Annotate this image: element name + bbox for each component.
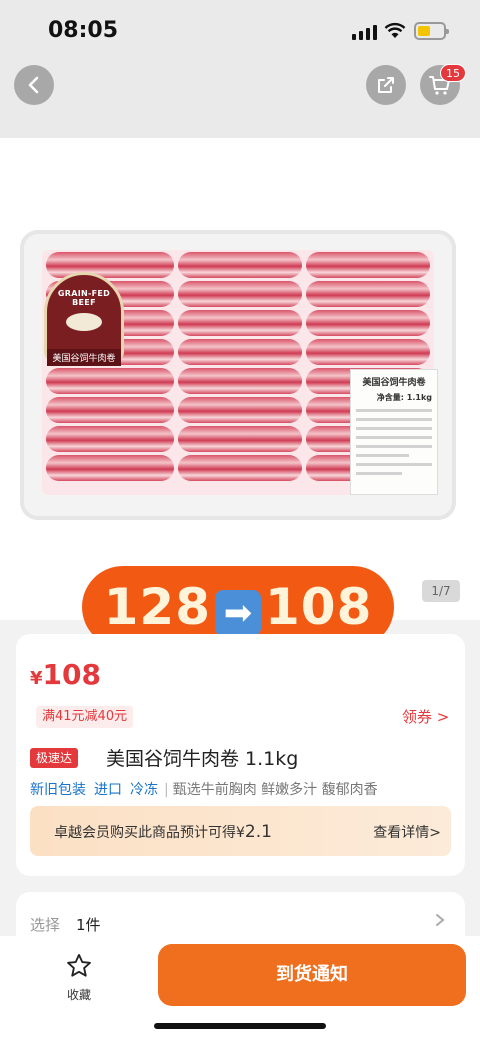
favorite-button[interactable]: 收藏	[48, 952, 110, 1003]
nav-bar: 15	[0, 60, 480, 138]
product-price: ¥108	[30, 658, 101, 691]
feature-separator: |	[164, 782, 169, 798]
express-delivery-tag: 极速达	[30, 748, 79, 768]
select-label: 选择	[30, 916, 61, 934]
restock-notify-button[interactable]: 到货通知	[158, 944, 466, 1006]
image-page-indicator: 1/7	[422, 580, 460, 602]
feature-line: 新旧包装 进口 冷冻 | 甄选牛前胸肉 鲜嫩多汁 馥郁肉香	[30, 779, 378, 799]
home-indicator[interactable]	[154, 1023, 326, 1029]
cart-count-badge: 15	[440, 64, 466, 82]
star-icon	[67, 953, 91, 977]
status-bar: 08:05	[0, 0, 480, 60]
product-title: 美国谷饲牛肉卷 1.1kg	[106, 748, 299, 770]
get-coupon-link[interactable]: 领券 >	[402, 706, 449, 728]
select-value: 1件	[76, 916, 101, 934]
grain-fed-beef-logo: GRAIN-FED BEEF 美国谷饲牛肉卷	[44, 272, 124, 366]
arrow-right-icon: ➡	[215, 590, 261, 636]
cellular-signal-icon	[352, 24, 378, 40]
member-benefit-text: 卓越会员购买此商品预计可得¥2.1	[54, 822, 272, 842]
wifi-icon	[384, 22, 406, 38]
feature-tag: 冷冻	[130, 782, 158, 798]
battery-icon	[414, 22, 449, 40]
product-description: 甄选牛前胸肉 鲜嫩多汁 馥郁肉香	[172, 782, 378, 798]
chevron-left-icon	[28, 76, 39, 94]
status-time: 08:05	[48, 18, 119, 43]
feature-tag: 进口	[94, 782, 122, 798]
chevron-right-icon	[436, 914, 445, 926]
promo-new-price: 108	[265, 578, 373, 636]
promo-old-price: 128	[103, 578, 211, 636]
member-benefit-bar[interactable]: 卓越会员购买此商品预计可得¥2.1 查看详情>	[30, 806, 451, 856]
view-details-link[interactable]: 查看详情>	[373, 822, 441, 842]
back-button[interactable]	[14, 65, 54, 105]
product-image-gallery[interactable]: GRAIN-FED BEEF 美国谷饲牛肉卷 美国谷饲牛肉卷 净含量: 1.1k…	[0, 138, 480, 648]
favorite-label: 收藏	[66, 988, 91, 1002]
coupon-tag[interactable]: 满41元减40元	[36, 706, 134, 728]
bottom-action-bar: 收藏 到货通知	[0, 936, 480, 1039]
share-icon	[378, 77, 394, 93]
product-info-card: ¥108 满41元减40元 领券 > 极速达 美国谷饲牛肉卷 1.1kg 新旧包…	[16, 634, 465, 876]
feature-tag: 新旧包装	[30, 782, 86, 798]
share-button[interactable]	[366, 65, 406, 105]
package-label: 美国谷饲牛肉卷 净含量: 1.1kg	[350, 369, 438, 495]
